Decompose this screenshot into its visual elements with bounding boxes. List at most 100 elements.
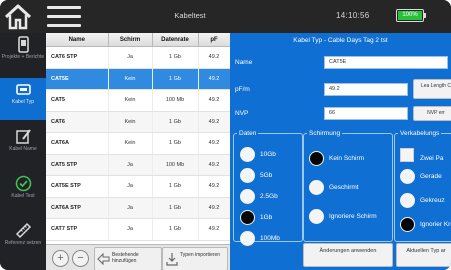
nvp-label: NVP bbox=[235, 110, 249, 117]
table-row[interactable]: CAT5 STP Ja 100 Mb 49.2 bbox=[46, 154, 230, 176]
table-row[interactable]: CAT5 Kein 100 Mb 49.2 bbox=[46, 89, 230, 112]
radio-dot[interactable] bbox=[240, 210, 255, 225]
add-existing-label: Bestehende hinzufügen bbox=[112, 252, 139, 264]
cable-type-table-panel: Name Schirm Datenrate pF CAT6 STP Ja 1 Gb 4… bbox=[46, 33, 230, 244]
update-current-type-button[interactable]: Aktuellen Typ ar bbox=[396, 243, 451, 267]
cell-pf: 49.2 bbox=[198, 89, 230, 112]
column-header-schirm[interactable]: Schirm bbox=[108, 33, 153, 47]
nvp-input[interactable]: 66 bbox=[324, 107, 408, 120]
cell-datenrate: 1 Gb bbox=[152, 218, 199, 241]
sidebar-item-label: Kabel Test bbox=[11, 193, 35, 199]
phone-icon bbox=[18, 36, 29, 53]
data-rate-option-label: 1Gb bbox=[260, 214, 273, 221]
home-icon[interactable] bbox=[3, 3, 33, 31]
radio-dot[interactable] bbox=[240, 189, 255, 204]
table-row[interactable]: CAT5E Kein 1 Gb 49.2 bbox=[46, 68, 230, 90]
radio-dot[interactable] bbox=[309, 209, 324, 224]
cell-datenrate: 1 Gb bbox=[152, 132, 199, 155]
cable-type-table: Name Schirm Datenrate pF CAT6 STP Ja 1 Gb 4… bbox=[46, 33, 230, 241]
pfm-label: pF/m bbox=[235, 86, 250, 93]
cell-datenrate: 100 Mb bbox=[152, 154, 199, 176]
cell-pf: 49.2 bbox=[198, 68, 230, 90]
sidebar-item-kabel-test[interactable]: Kabel Test bbox=[0, 172, 46, 214]
radio-dot[interactable] bbox=[400, 193, 415, 208]
name-input[interactable]: CAT5E bbox=[324, 56, 448, 69]
sidebar-item-referenz[interactable]: Referenz setzen bbox=[0, 219, 46, 261]
learn-length-button[interactable]: Lea Length C bbox=[413, 79, 451, 99]
sidebar-item-kabel-name[interactable]: Kabel Name bbox=[0, 125, 46, 167]
column-header-datenrate[interactable]: Datenrate bbox=[152, 33, 199, 47]
battery-icon: 100% bbox=[396, 9, 424, 22]
cell-pf: 49.2 bbox=[198, 132, 230, 155]
data-rate-option-label: 5Gb bbox=[260, 172, 273, 179]
sidebar-item-projekte[interactable]: Projekte + Berichte bbox=[0, 33, 46, 75]
name-label: Name bbox=[235, 59, 253, 66]
cell-pf: 49.2 bbox=[198, 154, 230, 176]
two-pair-checkbox[interactable] bbox=[400, 148, 414, 162]
cell-schirm: Kein bbox=[108, 89, 153, 112]
cell-schirm: Ja bbox=[108, 154, 153, 176]
radio-dot[interactable] bbox=[240, 168, 255, 183]
table-row[interactable]: CAT5E STP Ja 1 Gb 49.2 bbox=[46, 175, 230, 198]
sidebar-item-label: Referenz setzen bbox=[4, 240, 42, 246]
import-types-label: Typen importieren bbox=[180, 252, 221, 258]
radio-dot[interactable] bbox=[400, 169, 415, 184]
battery-tip bbox=[424, 13, 426, 18]
cell-pf: 49.2 bbox=[198, 111, 230, 133]
table-row[interactable]: CAT6A Kein 1 Gb 49.2 bbox=[46, 132, 230, 155]
sidebar-item-kabel-typ[interactable]: Kabel Typ bbox=[0, 78, 46, 120]
cell-name: CAT5 bbox=[46, 89, 109, 112]
radio-dot[interactable] bbox=[240, 147, 255, 162]
top-bar: Kabeltest 14:10:56 100% bbox=[0, 0, 451, 33]
device-screen: Kabeltest 14:10:56 100% Projekte + Beric… bbox=[0, 0, 451, 270]
import-types-button[interactable]: Typen importieren bbox=[162, 247, 228, 270]
two-pair-label: Zwei Pa bbox=[420, 155, 444, 162]
table-row[interactable]: CAT7 STP Ja 1 Gb 49.2 bbox=[46, 218, 230, 241]
menu-icon[interactable] bbox=[47, 6, 81, 28]
data-rate-option-label: 10Gb bbox=[260, 151, 276, 158]
cell-schirm: Ja bbox=[108, 218, 153, 241]
radio-dot[interactable] bbox=[309, 151, 324, 166]
clock: 14:10:56 bbox=[336, 11, 370, 20]
add-button[interactable]: + bbox=[52, 250, 69, 267]
shielding-option-label: Geschirmt bbox=[329, 184, 359, 191]
cell-name: CAT5E bbox=[46, 68, 109, 90]
cell-schirm: Ja bbox=[108, 175, 153, 198]
apply-changes-button[interactable]: Änderungen anwenden bbox=[303, 243, 393, 267]
column-header-name[interactable]: Name bbox=[46, 33, 109, 47]
radio-dot[interactable] bbox=[309, 180, 324, 195]
ruler-icon bbox=[15, 222, 32, 239]
cable-type-detail-panel: Kabel Typ - Cable Days Tag 2 tst Name CA… bbox=[230, 33, 451, 270]
cell-name: CAT6A bbox=[46, 132, 109, 155]
cell-name: CAT6 bbox=[46, 111, 109, 133]
edit-icon bbox=[16, 129, 31, 144]
add-existing-button[interactable]: Bestehende hinzufügen bbox=[94, 247, 162, 270]
app-title: Kabeltest bbox=[174, 11, 206, 20]
cell-pf: 49.2 bbox=[198, 175, 230, 198]
radio-dot[interactable] bbox=[400, 217, 415, 232]
data-rate-option-label: 100Mb bbox=[260, 235, 280, 242]
table-row[interactable]: CAT6A STP Ja 1 Gb 49.2 bbox=[46, 197, 230, 219]
cell-datenrate: 1 Gb bbox=[152, 197, 199, 219]
pfm-input[interactable]: 49.2 bbox=[324, 83, 408, 96]
cell-datenrate: 1 Gb bbox=[152, 111, 199, 133]
data-rate-option-label: 2.5Gb bbox=[260, 193, 278, 200]
check-circle-icon bbox=[15, 175, 32, 192]
remove-button[interactable]: − bbox=[72, 250, 89, 267]
cell-pf: 49.2 bbox=[198, 197, 230, 219]
cell-name: CAT7 STP bbox=[46, 218, 109, 241]
sidebar-item-label: Projekte + Berichte bbox=[1, 54, 45, 60]
cell-name: CAT6A STP bbox=[46, 197, 109, 219]
cell-datenrate: 1 Gb bbox=[152, 46, 199, 69]
shielding-option-label: Ignoriere Schirm bbox=[329, 213, 377, 220]
cell-schirm: Kein bbox=[108, 68, 153, 90]
table-toolbar: + − Bestehende hinzufügen Typen importie… bbox=[46, 244, 230, 270]
nvp-error-button[interactable]: NVP err bbox=[413, 106, 451, 121]
column-header-pf[interactable]: pF bbox=[198, 33, 230, 47]
table-row[interactable]: CAT6 STP Ja 1 Gb 49.2 bbox=[46, 46, 230, 69]
cell-schirm: Kein bbox=[108, 132, 153, 155]
table-row[interactable]: CAT6 Kein 1 Gb 49.2 bbox=[46, 111, 230, 133]
shielding-legend: Schirmung bbox=[309, 130, 341, 137]
radio-dot[interactable] bbox=[240, 231, 255, 246]
table-header-row: Name Schirm Datenrate pF bbox=[46, 33, 230, 47]
